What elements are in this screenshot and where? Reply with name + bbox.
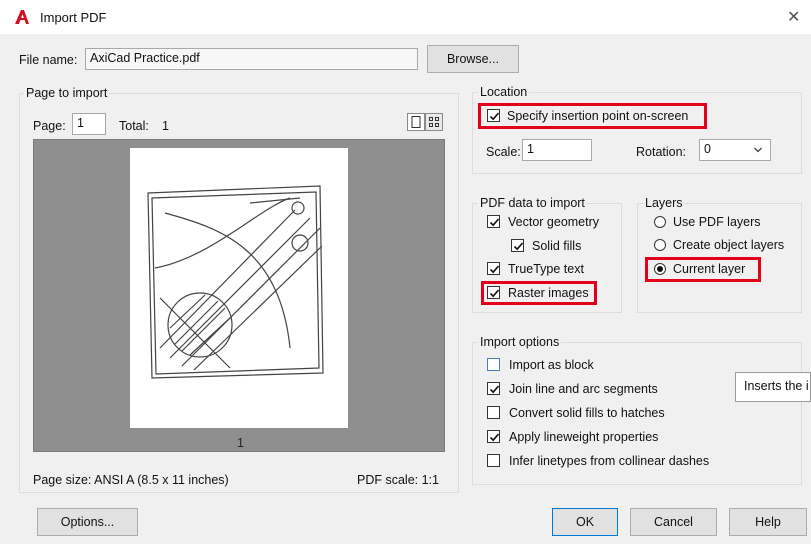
truetype-text-checkbox[interactable]: [487, 262, 500, 275]
import-as-block-checkbox[interactable]: [487, 358, 500, 371]
join-segments-checkbox[interactable]: [487, 382, 500, 395]
single-page-icon: [411, 116, 421, 128]
pdf-data-title: PDF data to import: [478, 196, 587, 210]
window-title: Import PDF: [40, 10, 107, 25]
use-pdf-layers-label: Use PDF layers: [673, 215, 761, 229]
total-label: Total:: [119, 119, 149, 133]
autocad-logo-icon: [15, 10, 29, 24]
help-button[interactable]: Help: [729, 508, 807, 536]
solid-fills-checkbox[interactable]: [511, 239, 524, 252]
raster-images-label: Raster images: [508, 286, 589, 300]
rotation-label: Rotation:: [636, 145, 687, 159]
ok-button[interactable]: OK: [552, 508, 618, 536]
file-name-label: File name:: [19, 53, 78, 67]
checkmark-icon: [489, 265, 500, 274]
infer-linetypes-checkbox[interactable]: [487, 454, 500, 467]
grid-view-icon: [429, 117, 439, 127]
checkmark-icon: [489, 218, 500, 227]
page-size-text: Page size: ANSI A (8.5 x 11 inches): [33, 473, 229, 487]
current-layer-label: Current layer: [673, 262, 746, 276]
location-title: Location: [478, 85, 530, 99]
thumbnail-grid-view-button[interactable]: [425, 113, 443, 131]
options-button[interactable]: Options...: [37, 508, 138, 536]
page-to-import-title: Page to import: [24, 86, 110, 100]
raster-images-checkbox[interactable]: [487, 286, 500, 299]
scale-label: Scale:: [486, 145, 521, 159]
truetype-text-label: TrueType text: [508, 262, 584, 276]
total-value: 1: [162, 119, 169, 133]
current-layer-radio[interactable]: [654, 263, 666, 275]
checkmark-icon: [489, 112, 500, 121]
use-pdf-layers-radio[interactable]: [654, 216, 666, 228]
pdf-scale-text: PDF scale: 1:1: [357, 473, 439, 487]
specify-insertion-label: Specify insertion point on-screen: [507, 109, 689, 123]
apply-lineweight-label: Apply lineweight properties: [509, 430, 659, 444]
specify-insertion-checkbox[interactable]: [487, 109, 500, 122]
layers-title: Layers: [643, 196, 685, 210]
vector-geometry-checkbox[interactable]: [487, 215, 500, 228]
vector-geometry-label: Vector geometry: [508, 215, 600, 229]
import-as-block-label: Import as block: [509, 358, 594, 372]
create-object-layers-label: Create object layers: [673, 238, 785, 252]
title-bar: Import PDF ✕: [0, 0, 811, 34]
checkmark-icon: [513, 242, 524, 251]
join-segments-label: Join line and arc segments: [509, 382, 658, 396]
solid-fills-label: Solid fills: [532, 239, 582, 253]
checkmark-icon: [489, 289, 500, 298]
page-label: Page:: [33, 119, 66, 133]
page-thumbnail[interactable]: [130, 148, 348, 428]
import-options-title: Import options: [478, 335, 562, 349]
checkmark-icon: [489, 385, 500, 394]
infer-linetypes-label: Infer linetypes from collinear dashes: [509, 454, 710, 468]
file-name-input[interactable]: AxiCad Practice.pdf: [85, 48, 418, 70]
convert-fills-checkbox[interactable]: [487, 406, 500, 419]
checkmark-icon: [489, 433, 500, 442]
single-page-view-button[interactable]: [407, 113, 425, 131]
rotation-value: 0: [704, 142, 711, 156]
close-icon[interactable]: ✕: [787, 7, 800, 27]
scale-input[interactable]: 1: [522, 139, 592, 161]
apply-lineweight-checkbox[interactable]: [487, 430, 500, 443]
thumbnail-page-number: 1: [237, 436, 244, 450]
convert-fills-label: Convert solid fills to hatches: [509, 406, 665, 420]
sketch-drawing-preview: [147, 185, 324, 379]
chevron-down-icon: [754, 147, 762, 153]
tooltip: Inserts the i: [735, 372, 811, 402]
cancel-button[interactable]: Cancel: [630, 508, 717, 536]
create-object-layers-radio[interactable]: [654, 239, 666, 251]
tooltip-text: Inserts the i: [744, 379, 809, 393]
page-number-input[interactable]: 1: [72, 113, 106, 135]
browse-button[interactable]: Browse...: [427, 45, 519, 73]
